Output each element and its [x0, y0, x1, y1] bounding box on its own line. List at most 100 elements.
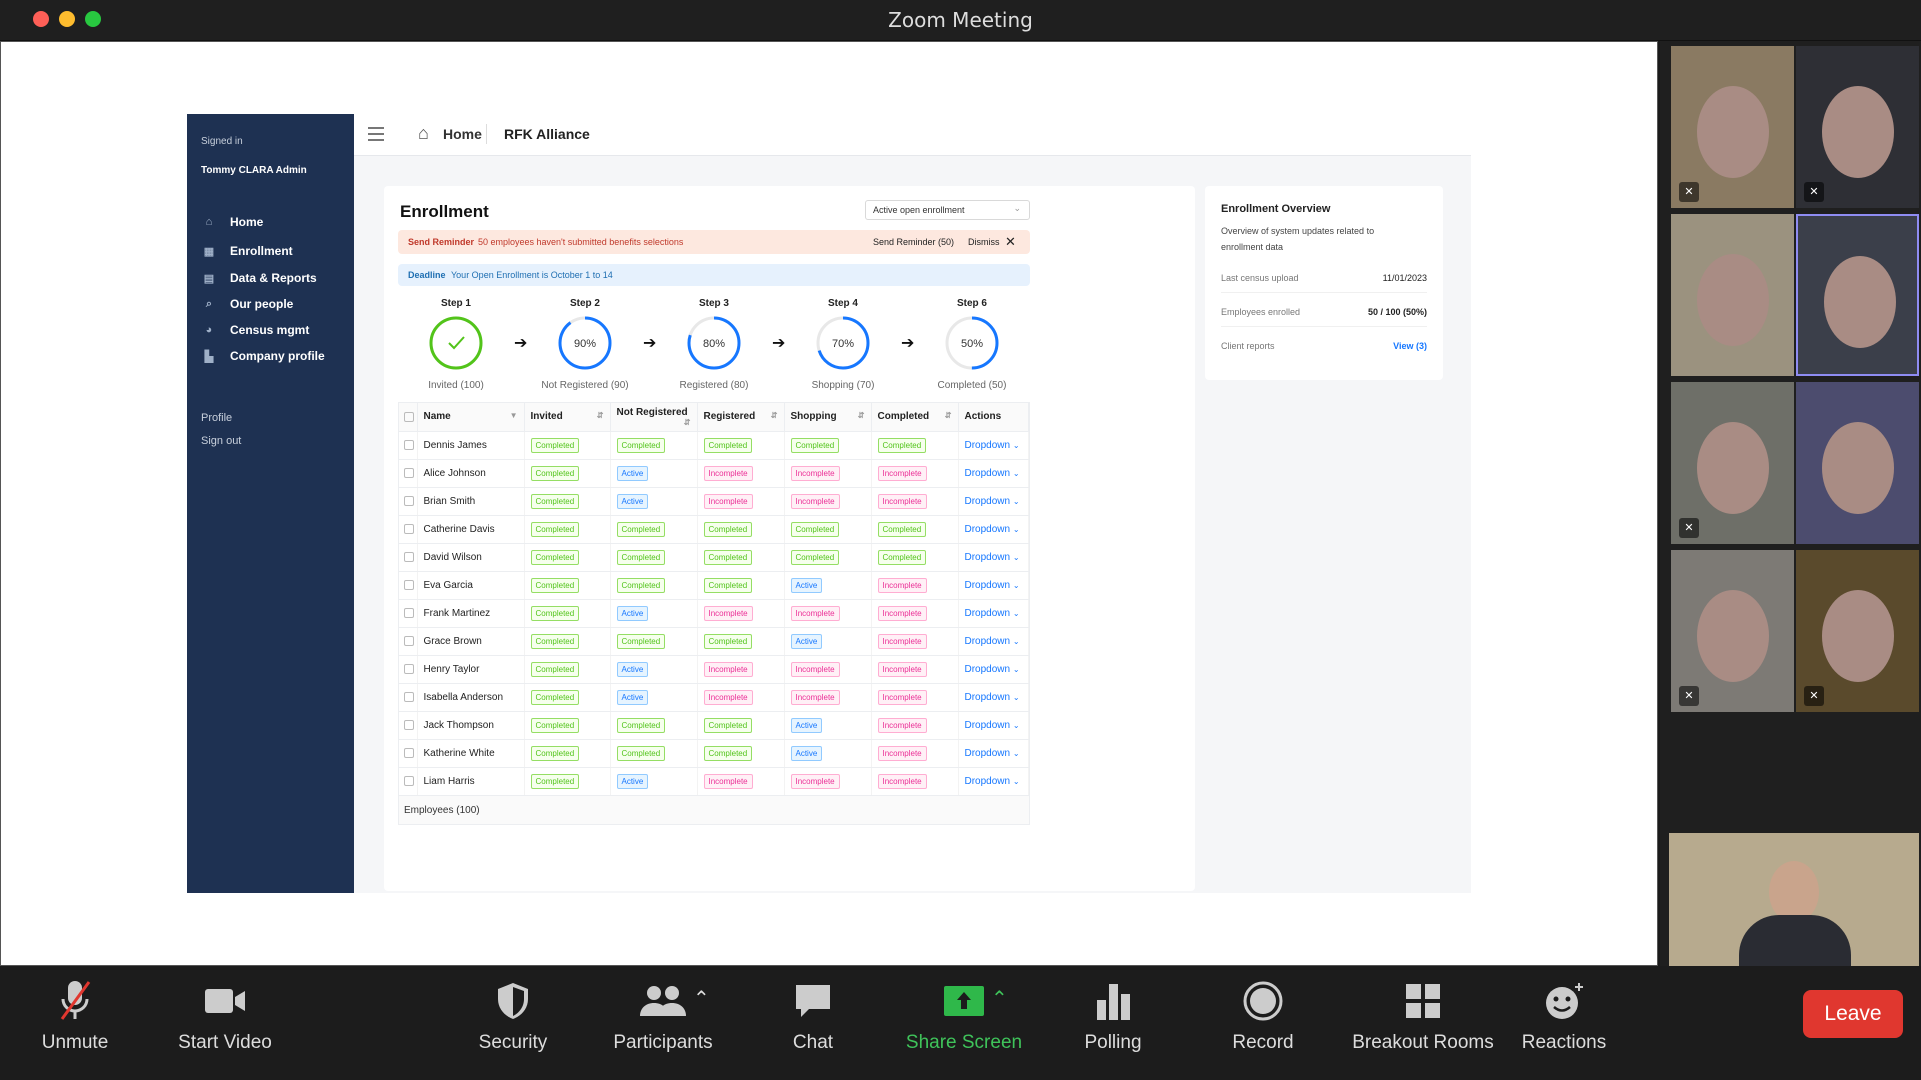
leave-button[interactable]: Leave [1803, 990, 1903, 1038]
participant-video[interactable]: ✕ [1671, 46, 1794, 208]
actions-dropdown[interactable]: Dropdown ⌄ [958, 571, 1029, 600]
participant-video[interactable] [1671, 214, 1794, 376]
column-header-name[interactable]: Name ▼ [417, 403, 525, 432]
sidebar-item-census-mgmt[interactable]: ◕ Census mgmt [202, 323, 310, 337]
view-reports-link[interactable]: View (3) [1393, 341, 1427, 351]
enrollment-select[interactable]: Active open enrollment ⌄ [865, 200, 1030, 220]
actions-dropdown[interactable]: Dropdown ⌄ [958, 543, 1029, 572]
sort-icon[interactable]: ⇵ [597, 411, 604, 420]
status-cell: Completed [524, 711, 611, 740]
sign-out-link[interactable]: Sign out [201, 435, 241, 447]
table-row: Jack Thompson Completed Completed Completed… [399, 711, 1029, 740]
status-cell: Incomplete [697, 599, 785, 628]
overview-row-enrolled: Employees enrolled 50 / 100 (50%) [1221, 307, 1427, 327]
actions-dropdown[interactable]: Dropdown ⌄ [958, 459, 1029, 488]
start-video-button[interactable]: Start Video [155, 978, 295, 1054]
actions-dropdown[interactable]: Dropdown ⌄ [958, 431, 1029, 460]
sidebar-item-our-people[interactable]: ⌕ Our people [202, 297, 293, 311]
send-reminder-button[interactable]: Send Reminder (50) [873, 237, 954, 247]
actions-dropdown[interactable]: Dropdown ⌄ [958, 515, 1029, 544]
sort-icon[interactable]: ⇵ [771, 411, 778, 420]
status-cell: Completed [784, 515, 872, 544]
breadcrumb-home[interactable]: Home [443, 126, 482, 142]
actions-dropdown[interactable]: Dropdown ⌄ [958, 711, 1029, 740]
participant-video[interactable]: ✕ [1796, 550, 1919, 712]
record-button[interactable]: Record [1193, 978, 1333, 1054]
participant-video[interactable]: ✕ [1796, 46, 1919, 208]
row-checkbox[interactable] [399, 655, 418, 684]
sidebar-item-company-profile[interactable]: ▙ Company profile [202, 349, 325, 363]
status-badge: Incomplete [790, 465, 840, 481]
row-checkbox[interactable] [399, 431, 418, 460]
participant-video[interactable] [1796, 382, 1919, 544]
row-checkbox[interactable] [399, 683, 418, 712]
actions-dropdown[interactable]: Dropdown ⌄ [958, 767, 1029, 796]
profile-link[interactable]: Profile [201, 412, 232, 424]
select-all-checkbox[interactable] [399, 403, 418, 432]
actions-dropdown[interactable]: Dropdown ⌄ [958, 599, 1029, 628]
column-header-registered[interactable]: Registered ⇵ [697, 403, 785, 432]
row-checkbox[interactable] [399, 711, 418, 740]
chevron-down-icon: ⌄ [1012, 776, 1020, 786]
svg-text:80%: 80% [703, 338, 725, 350]
participants-button[interactable]: Participants [593, 978, 733, 1054]
status-badge: Completed [530, 521, 580, 537]
sidebar-item-data-reports[interactable]: ▤ Data & Reports [202, 271, 317, 285]
sidebar-item-home[interactable]: ⌂ Home [202, 215, 264, 229]
row-checkbox[interactable] [399, 459, 418, 488]
actions-dropdown[interactable]: Dropdown ⌄ [958, 627, 1029, 656]
reminder-label: Send Reminder [408, 237, 475, 247]
row-checkbox[interactable] [399, 767, 418, 796]
chat-button[interactable]: Chat [743, 978, 883, 1054]
sort-icon[interactable]: ⇵ [945, 411, 952, 420]
table-footer: Employees (100) [399, 795, 1029, 824]
row-checkbox[interactable] [399, 599, 418, 628]
overview-description: Overview of system updates related to en… [1221, 226, 1375, 252]
breakout-rooms-button[interactable]: Breakout Rooms [1343, 978, 1503, 1054]
row-checkbox[interactable] [399, 627, 418, 656]
actions-dropdown[interactable]: Dropdown ⌄ [958, 739, 1029, 768]
participants-options-chevron-icon[interactable]: ⌃ [693, 986, 710, 1011]
share-options-chevron-icon[interactable]: ⌃ [991, 986, 1008, 1011]
participant-video[interactable]: ✕ [1671, 550, 1794, 712]
status-badge: Incomplete [790, 689, 840, 705]
status-badge: Completed [530, 437, 580, 453]
status-badge: Incomplete [703, 773, 753, 789]
row-checkbox[interactable] [399, 739, 418, 768]
actions-dropdown[interactable]: Dropdown ⌄ [958, 655, 1029, 684]
sidebar-item-enrollment[interactable]: ▦ Enrollment [202, 244, 293, 258]
table-row: Isabella Anderson Completed Active Incomple… [399, 683, 1029, 712]
dismiss-button[interactable]: Dismiss [968, 237, 1000, 247]
employee-name: Frank Martinez [417, 599, 525, 628]
actions-dropdown[interactable]: Dropdown ⌄ [958, 487, 1029, 516]
filter-icon[interactable]: ▼ [510, 411, 518, 420]
self-video[interactable] [1669, 833, 1919, 966]
close-icon[interactable]: ✕ [1005, 234, 1016, 250]
participants-icon [593, 978, 733, 1024]
sort-icon[interactable]: ⇵ [684, 418, 691, 427]
row-checkbox[interactable] [399, 487, 418, 516]
unmute-button[interactable]: Unmute [5, 978, 145, 1054]
row-checkbox[interactable] [399, 571, 418, 600]
share-screen-button[interactable]: Share Screen [894, 978, 1034, 1054]
column-header-shopping[interactable]: Shopping ⇵ [784, 403, 872, 432]
reactions-button[interactable]: Reactions [1494, 978, 1634, 1054]
home-icon: ⌂ [205, 216, 213, 228]
participant-video-active-speaker[interactable] [1796, 214, 1919, 376]
column-header-not-registered[interactable]: Not Registered ⇵ [610, 403, 698, 432]
menu-icon[interactable] [368, 127, 384, 141]
polling-button[interactable]: Polling [1043, 978, 1183, 1054]
column-header-invited[interactable]: Invited ⇵ [524, 403, 611, 432]
column-header-completed[interactable]: Completed ⇵ [871, 403, 959, 432]
employee-name: Alice Johnson [417, 459, 525, 488]
row-checkbox[interactable] [399, 543, 418, 572]
security-button[interactable]: Security [443, 978, 583, 1054]
status-cell: Incomplete [871, 459, 959, 488]
sort-icon[interactable]: ⇵ [858, 411, 865, 420]
step-title: Step 3 [698, 298, 729, 309]
actions-dropdown[interactable]: Dropdown ⌄ [958, 683, 1029, 712]
participant-video[interactable]: ✕ [1671, 382, 1794, 544]
row-checkbox[interactable] [399, 515, 418, 544]
status-badge: Active [616, 773, 649, 789]
status-badge: Completed [616, 633, 666, 649]
